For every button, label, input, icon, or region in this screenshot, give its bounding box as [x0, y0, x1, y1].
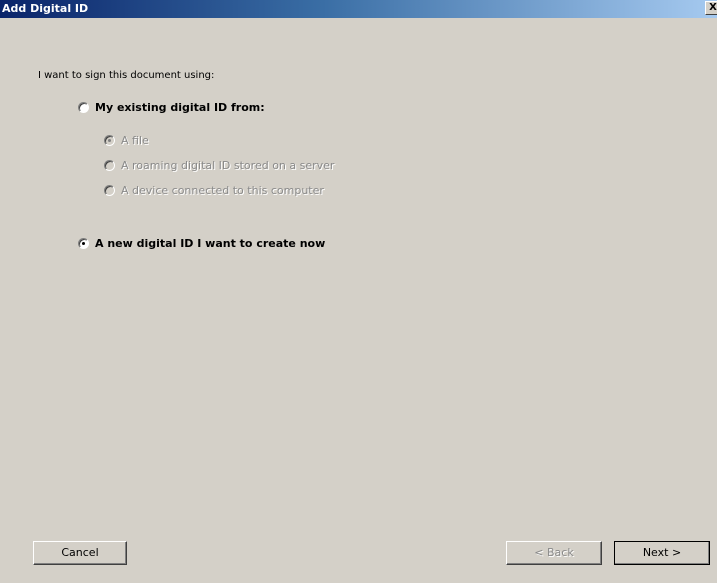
radio-button-unselected[interactable] — [104, 185, 115, 196]
radio-device-connected[interactable]: A device connected to this computer — [104, 184, 324, 197]
radio-existing-digital-id[interactable]: My existing digital ID from: — [78, 101, 265, 114]
radio-button-unselected[interactable] — [78, 102, 89, 113]
radio-a-file[interactable]: A file — [104, 134, 149, 147]
radio-device-connected-label: A device connected to this computer — [121, 184, 324, 197]
radio-roaming-digital-id[interactable]: A roaming digital ID stored on a server — [104, 159, 334, 172]
radio-button-unselected[interactable] — [104, 160, 115, 171]
add-digital-id-dialog: Add Digital ID X I want to sign this doc… — [0, 0, 717, 583]
dialog-title: Add Digital ID — [2, 2, 89, 15]
next-button[interactable]: Next > — [614, 541, 710, 565]
close-icon: X — [709, 2, 717, 13]
radio-new-digital-id-label: A new digital ID I want to create now — [95, 237, 326, 250]
back-button[interactable]: < Back — [506, 541, 602, 565]
cancel-button[interactable]: Cancel — [33, 541, 127, 565]
close-button[interactable]: X — [705, 1, 717, 15]
radio-new-digital-id[interactable]: A new digital ID I want to create now — [78, 237, 325, 250]
radio-a-file-label: A file — [121, 134, 149, 147]
title-bar[interactable]: Add Digital ID X — [0, 0, 717, 18]
radio-button-selected[interactable] — [78, 238, 89, 249]
radio-roaming-digital-id-label: A roaming digital ID stored on a server — [121, 159, 335, 172]
radio-button-selected[interactable] — [104, 135, 115, 146]
prompt-label: I want to sign this document using: — [38, 70, 215, 81]
radio-existing-digital-id-label: My existing digital ID from: — [95, 101, 265, 114]
